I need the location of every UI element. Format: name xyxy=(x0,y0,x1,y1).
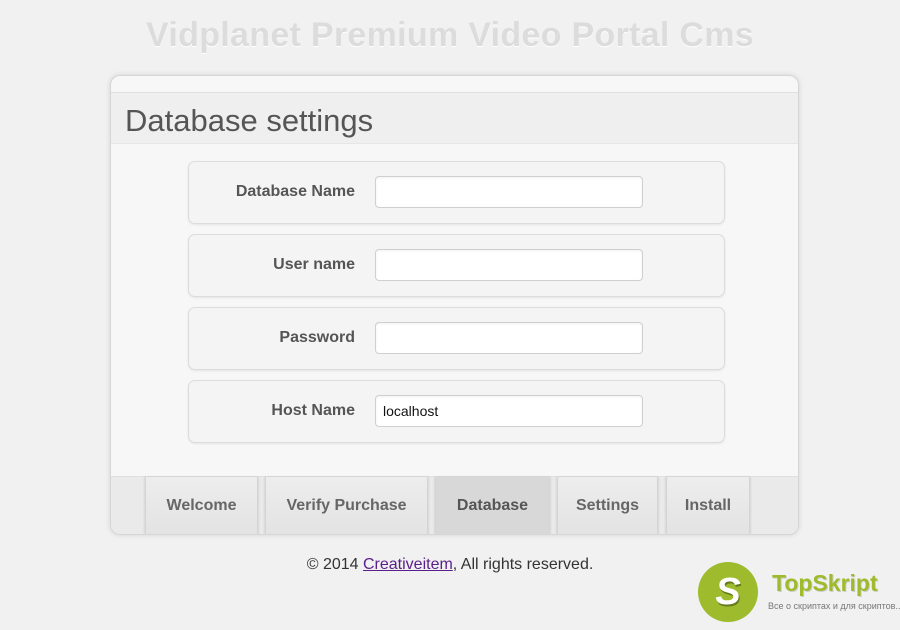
settings-panel: Database settings Database Name User nam… xyxy=(110,75,799,535)
app-title: Vidplanet Premium Video Portal Cms xyxy=(146,16,754,54)
tab-install[interactable]: Install xyxy=(666,477,750,534)
footer-copyright: © 2014 xyxy=(306,556,363,573)
host-name-input[interactable] xyxy=(375,395,643,427)
tab-database[interactable]: Database xyxy=(435,477,550,534)
user-name-label: User name xyxy=(273,256,355,273)
password-input[interactable] xyxy=(375,322,643,354)
tab-welcome[interactable]: Welcome xyxy=(145,477,258,534)
database-name-input[interactable] xyxy=(375,176,643,208)
tab-verify-purchase[interactable]: Verify Purchase xyxy=(265,477,428,534)
user-name-input[interactable] xyxy=(375,249,643,281)
database-name-row: Database Name xyxy=(188,161,725,224)
database-name-label: Database Name xyxy=(235,183,355,200)
topskript-tagline: Все о скриптах и для скриптов... xyxy=(768,601,900,611)
topskript-name: TopSkript xyxy=(772,570,878,596)
panel-header: Database settings xyxy=(111,92,798,144)
footer: © 2014 Creativeitem, All rights reserved… xyxy=(0,556,900,574)
password-label: Password xyxy=(279,329,355,346)
tab-settings[interactable]: Settings xyxy=(557,477,658,534)
creativeitem-link[interactable]: Creativeitem xyxy=(363,556,453,573)
user-name-row: User name xyxy=(188,234,725,297)
step-tabs: Welcome Verify Purchase Database Setting… xyxy=(111,476,798,534)
topskript-logo-icon: S xyxy=(698,562,758,622)
page-title: Database settings xyxy=(125,103,374,138)
host-name-row: Host Name xyxy=(188,380,725,443)
password-row: Password xyxy=(188,307,725,370)
topskript-logo-letter: S xyxy=(715,570,741,613)
host-name-label: Host Name xyxy=(271,402,355,419)
footer-rights: , All rights reserved. xyxy=(452,556,594,573)
